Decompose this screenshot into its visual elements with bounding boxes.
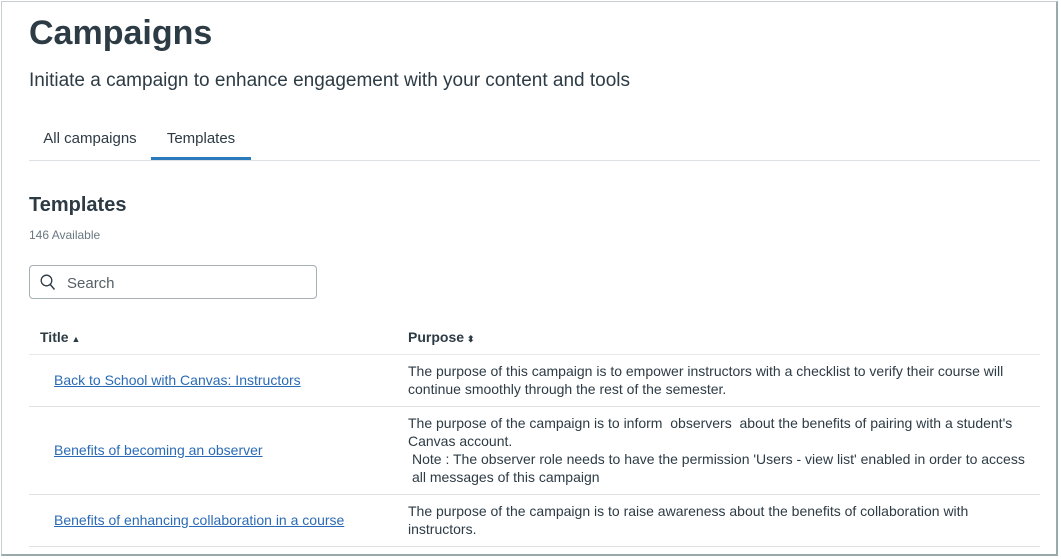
template-note: Note : The observer role needs to have t…: [412, 451, 1025, 485]
sort-icon: ⬍: [467, 334, 475, 344]
table-row: Back to School with Canvas: Instructors …: [29, 354, 1040, 407]
sort-ascending-icon: ▲: [71, 334, 81, 344]
table-header-row: Title ▲ Purpose ⬍: [29, 320, 1040, 355]
search-field[interactable]: [29, 265, 317, 300]
tab-bar: All campaigns Templates: [29, 120, 1040, 161]
column-header-title[interactable]: Title ▲: [29, 320, 397, 355]
column-label: Purpose: [408, 329, 465, 345]
column-header-purpose[interactable]: Purpose ⬍: [397, 320, 1040, 355]
table-row: Benefits of enhancing collaboration in a…: [29, 494, 1040, 547]
template-link[interactable]: Back to School with Canvas: Instructors: [54, 372, 301, 388]
page-title: Campaigns: [29, 14, 213, 52]
column-label: Title: [40, 329, 69, 345]
tab-templates[interactable]: Templates: [151, 120, 251, 160]
search-icon: [40, 274, 56, 290]
available-count: 146 Available: [29, 228, 101, 242]
template-purpose: The purpose of this campaign is to empow…: [408, 363, 1004, 397]
section-title: Templates: [29, 194, 127, 216]
tab-all-campaigns[interactable]: All campaigns: [29, 120, 151, 160]
table-row: Benefits of becoming an observer The pur…: [29, 406, 1040, 495]
template-purpose: The purpose of the campaign is to raise …: [408, 503, 969, 537]
search-input[interactable]: [65, 266, 309, 300]
template-link[interactable]: Benefits of enhancing collaboration in a…: [54, 512, 344, 528]
template-link[interactable]: Benefits of becoming an observer: [54, 442, 263, 458]
templates-table: Title ▲ Purpose ⬍ Back to School with Canv…: [29, 320, 1040, 547]
page-subtitle: Initiate a campaign to enhance engagemen…: [29, 70, 631, 91]
template-purpose: The purpose of the campaign is to inform…: [408, 415, 1017, 449]
